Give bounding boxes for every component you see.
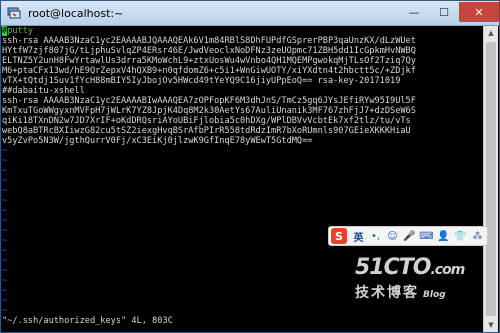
line-text: ~ [2, 296, 8, 306]
ime-items: 英 •, ☺ 🎤 ⌨ 👤 👕 ⁂ [350, 228, 486, 244]
empty-line-tilde: ~ [2, 156, 485, 166]
ime-user-icon[interactable]: 👤 [435, 228, 452, 244]
line-text: ##dabaitu-xshell [2, 86, 85, 96]
line-text: ELTNZ5Y2unH8FwYrtawlUs3drra5KMoWchL9+ztx… [2, 56, 416, 66]
watermark-bottom: 技术博客 Blog [355, 282, 485, 302]
empty-line-tilde: ~ [2, 146, 485, 156]
watermark-bottom-suffix: Blog [423, 290, 446, 300]
putty-app-icon[interactable] [6, 5, 22, 21]
watermark-top: 51CTO.com [355, 255, 485, 280]
line-text: "~/.ssh/authorized_keys" 4L, 803C [2, 316, 173, 326]
ime-punctuation-icon[interactable]: •, [367, 228, 384, 244]
line-text: ~ [2, 306, 8, 316]
scroll-up-arrow-icon[interactable]: ▲ [484, 26, 498, 40]
ime-mode-english-icon[interactable]: 英 [350, 228, 367, 244]
line-text: v5yZvPo5N3W/jgthQurrV0Fj/xC3EiKj0jlzwK9G… [2, 136, 313, 146]
terminal-line: HYtfW7zjf807jG/tLjphuSvlqZP4ERsr46E/JwdV… [2, 46, 485, 56]
window-title: root@localhost:~ [28, 6, 124, 20]
line-text: ~ [2, 176, 8, 186]
line-text: vTX+tQtdj1Suv1fYcH88mBIY5IyJbojOv5HWcd49… [2, 76, 401, 86]
line-text: ~ [2, 246, 8, 256]
line-text: M6+ptaCFx13wd/hE9QrZepxV4hQXB9+n0qfdomZ6… [2, 66, 416, 76]
ime-tools-icon[interactable]: ⁂ [469, 228, 486, 244]
line-text: ~ [2, 206, 8, 216]
terminal-line: v5yZvPo5N3W/jgthQurrV0Fj/xC3EiKj0jlzwK9G… [2, 136, 485, 146]
line-text: ~ [2, 266, 8, 276]
line-text: ~ [2, 216, 8, 226]
terminal-line: vTX+tQtdj1Suv1fYcH88mBIY5IyJbojOv5HWcd49… [2, 76, 485, 86]
line-text: ~ [2, 186, 8, 196]
maximize-button[interactable]: ☐ [429, 2, 459, 22]
watermark-bottom-main: 技术博客 [355, 285, 419, 301]
ime-emoji-icon[interactable]: ☺ [384, 228, 401, 244]
ime-toolbar: S 英 •, ☺ 🎤 ⌨ 👤 👕 ⁂ [328, 226, 488, 246]
scroll-down-arrow-icon[interactable]: ▼ [484, 318, 498, 332]
vertical-scrollbar[interactable]: ▲ ▼ [483, 26, 498, 332]
window-controls: — ☐ ✕ [399, 1, 499, 25]
minimize-button[interactable]: — [399, 2, 429, 22]
empty-line-tilde: ~ [2, 196, 485, 206]
ime-shirt-icon[interactable]: 👕 [452, 228, 469, 244]
empty-line-tilde: ~ [2, 206, 485, 216]
terminal-line: webQ8aBTRcBXIiwzG82cu5tSZ2iexgHvqBSrAfbP… [2, 126, 485, 136]
sogou-logo-icon[interactable]: S [331, 228, 347, 244]
terminal-line: KmTxuTGoWWgyxnMVFpH7jWLrK7YZ8JpjK4Dq8M2k… [2, 106, 485, 116]
line-text: ~ [2, 156, 8, 166]
line-text: ~ [2, 196, 8, 206]
line-text: ssh-rsa AAAAB3NzaC1yc2EAAAABIwAAAQEA7zOP… [2, 96, 416, 106]
watermark-top-suffix: .com [430, 262, 465, 278]
scrollbar-thumb[interactable] [486, 42, 496, 316]
empty-line-tilde: ~ [2, 166, 485, 176]
line-text: HYtfW7zjf807jG/tLjphuSvlqZP4ERsr46E/JwdV… [2, 46, 416, 56]
line-text: ~ [2, 276, 8, 286]
line-text: webQ8aBTRcBXIiwzG82cu5tSZ2iexgHvqBSrAfbP… [2, 126, 411, 136]
vim-status-line: "~/.ssh/authorized_keys" 4L, 803C [2, 316, 485, 326]
site-watermark: 51CTO.com 技术博客 Blog [355, 255, 485, 315]
empty-line-tilde: ~ [2, 176, 485, 186]
line-text: qiKi18TXnDN2w7JD7XrIF+oKdDRQsriAYoUBiFjl… [2, 116, 411, 126]
empty-line-tilde: ~ [2, 186, 485, 196]
terminal-line: ##dabaitu-xshell [2, 86, 485, 96]
title-bar[interactable]: root@localhost:~ — ☐ ✕ [1, 1, 499, 26]
line-text: KmTxuTGoWWgyxnMVFpH7jWLrK7YZ8JpjK4Dq8M2k… [2, 106, 416, 116]
terminal-line: ssh-rsa AAAAB3NzaC1yc2EAAAABJQAAAQEAk6V1… [2, 36, 485, 46]
terminal-line: ssh-rsa AAAAB3NzaC1yc2EAAAABIwAAAQEA7zOP… [2, 96, 485, 106]
watermark-top-main: 51CTO [355, 255, 431, 280]
terminal-line: ELTNZ5Y2unH8FwYrtawlUs3drra5KMoWchL9+ztx… [2, 56, 485, 66]
ime-voice-icon[interactable]: 🎤 [401, 228, 418, 244]
line-text: ~ [2, 256, 8, 266]
line-text: ~ [2, 236, 8, 246]
terminal-line: qiKi18TXnDN2w7JD7XrIF+oKdDRQsriAYoUBiFjl… [2, 116, 485, 126]
close-button[interactable]: ✕ [459, 2, 499, 22]
line-text: putty [7, 26, 34, 36]
ime-keyboard-icon[interactable]: ⌨ [418, 228, 435, 244]
line-text: ~ [2, 146, 8, 156]
line-text: ~ [2, 286, 8, 296]
terminal-line: #putty [2, 26, 485, 36]
line-text: ~ [2, 226, 8, 236]
terminal-line: M6+ptaCFx13wd/hE9QrZepxV4hQXB9+n0qfdomZ6… [2, 66, 485, 76]
empty-line-tilde: ~ [2, 216, 485, 226]
line-text: ssh-rsa AAAAB3NzaC1yc2EAAAABJQAAAQEAk6V1… [2, 36, 416, 46]
line-text: ~ [2, 166, 8, 176]
